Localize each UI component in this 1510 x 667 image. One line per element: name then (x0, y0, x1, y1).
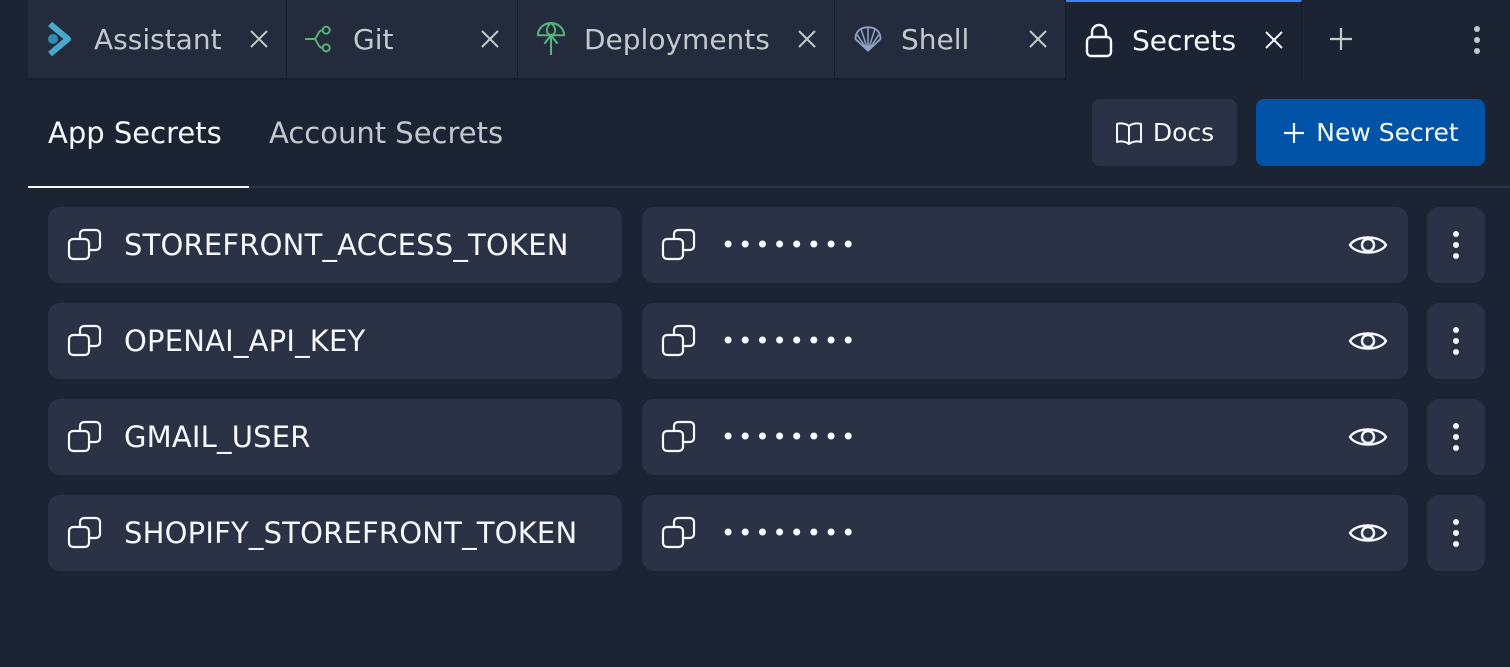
tab-secrets[interactable]: Secrets (1066, 0, 1302, 80)
secret-row: GMAIL_USER •••••••• (48, 399, 1485, 475)
secret-row: STOREFRONT_ACCESS_TOKEN •••••••• (48, 207, 1485, 283)
secret-value-field: •••••••• (642, 495, 1408, 571)
copy-icon[interactable] (661, 515, 697, 551)
tab-deployments[interactable]: Deployments (518, 0, 835, 80)
tab-label: Deployments (584, 22, 770, 56)
new-secret-button[interactable]: New Secret (1256, 99, 1485, 166)
more-vertical-icon (1453, 231, 1459, 259)
secret-masked-value: •••••••• (721, 231, 859, 259)
close-icon[interactable] (477, 26, 503, 52)
secret-value-field: •••••••• (642, 399, 1408, 475)
close-icon[interactable] (794, 26, 820, 52)
tab-bar: Assistant Git Deployments Shell Secrets (28, 0, 1510, 80)
secret-key-name: SHOPIFY_STOREFRONT_TOKEN (124, 516, 578, 550)
book-icon (1115, 121, 1142, 145)
copy-icon[interactable] (67, 515, 103, 551)
secret-row: SHOPIFY_STOREFRONT_TOKEN •••••••• (48, 495, 1485, 571)
add-tab-button[interactable] (1302, 0, 1380, 78)
secret-masked-value: •••••••• (721, 423, 859, 451)
subtab-app-secrets[interactable]: App Secrets (48, 80, 222, 186)
lock-icon (1084, 23, 1114, 58)
secrets-panel: Assistant Git Deployments Shell Secrets … (28, 0, 1510, 667)
close-icon[interactable] (246, 26, 272, 52)
eye-icon[interactable] (1348, 417, 1388, 457)
copy-icon[interactable] (661, 419, 697, 455)
secret-more-button[interactable] (1427, 399, 1485, 475)
secret-key-name: STOREFRONT_ACCESS_TOKEN (124, 228, 569, 262)
plus-icon (1284, 122, 1305, 143)
secret-more-button[interactable] (1427, 495, 1485, 571)
secret-key-field: OPENAI_API_KEY (48, 303, 622, 379)
secret-value-field: •••••••• (642, 207, 1408, 283)
plus-icon (1330, 28, 1352, 50)
eye-icon[interactable] (1348, 225, 1388, 265)
secret-more-button[interactable] (1427, 207, 1485, 283)
copy-icon[interactable] (67, 227, 103, 263)
copy-icon[interactable] (661, 227, 697, 263)
tab-assistant[interactable]: Assistant (28, 0, 287, 80)
secret-key-field: GMAIL_USER (48, 399, 622, 475)
eye-icon[interactable] (1348, 321, 1388, 361)
secret-key-field: SHOPIFY_STOREFRONT_TOKEN (48, 495, 622, 571)
tab-shell[interactable]: Shell (835, 0, 1066, 80)
tab-label: Secrets (1132, 23, 1237, 57)
more-vertical-icon (1453, 519, 1459, 547)
subtab-account-secrets[interactable]: Account Secrets (269, 80, 503, 186)
active-subtab-indicator (28, 186, 249, 188)
secret-masked-value: •••••••• (721, 327, 859, 355)
shell-icon (853, 22, 883, 56)
secret-key-name: GMAIL_USER (124, 420, 311, 454)
close-icon[interactable] (1025, 26, 1051, 52)
docs-label: Docs (1152, 118, 1215, 147)
docs-button[interactable]: Docs (1092, 99, 1237, 166)
secrets-subheader: App Secrets Account Secrets Docs New Sec… (28, 80, 1510, 188)
secret-masked-value: •••••••• (721, 519, 859, 547)
assistant-icon (46, 22, 76, 56)
more-vertical-icon (1453, 423, 1459, 451)
secret-value-field: •••••••• (642, 303, 1408, 379)
secret-more-button[interactable] (1427, 303, 1485, 379)
secret-key-name: OPENAI_API_KEY (124, 324, 366, 358)
tab-label: Assistant (94, 22, 222, 56)
copy-icon[interactable] (67, 419, 103, 455)
subtab-label: App Secrets (48, 116, 222, 150)
deployments-icon (536, 21, 566, 56)
tab-label: Git (353, 22, 394, 56)
copy-icon[interactable] (67, 323, 103, 359)
secret-row: OPENAI_API_KEY •••••••• (48, 303, 1485, 379)
eye-icon[interactable] (1348, 513, 1388, 553)
copy-icon[interactable] (661, 323, 697, 359)
tab-overflow-menu-button[interactable] (1462, 22, 1492, 58)
git-icon (305, 22, 335, 56)
subtab-label: Account Secrets (269, 116, 504, 150)
more-vertical-icon (1474, 26, 1480, 54)
more-vertical-icon (1453, 327, 1459, 355)
secrets-list: STOREFRONT_ACCESS_TOKEN •••••••• OPENAI_… (48, 207, 1485, 591)
secret-key-field: STOREFRONT_ACCESS_TOKEN (48, 207, 622, 283)
left-gutter (0, 0, 28, 667)
close-icon[interactable] (1261, 27, 1287, 53)
tab-label: Shell (901, 22, 970, 56)
tab-git[interactable]: Git (287, 0, 518, 80)
new-secret-label: New Secret (1316, 118, 1459, 147)
